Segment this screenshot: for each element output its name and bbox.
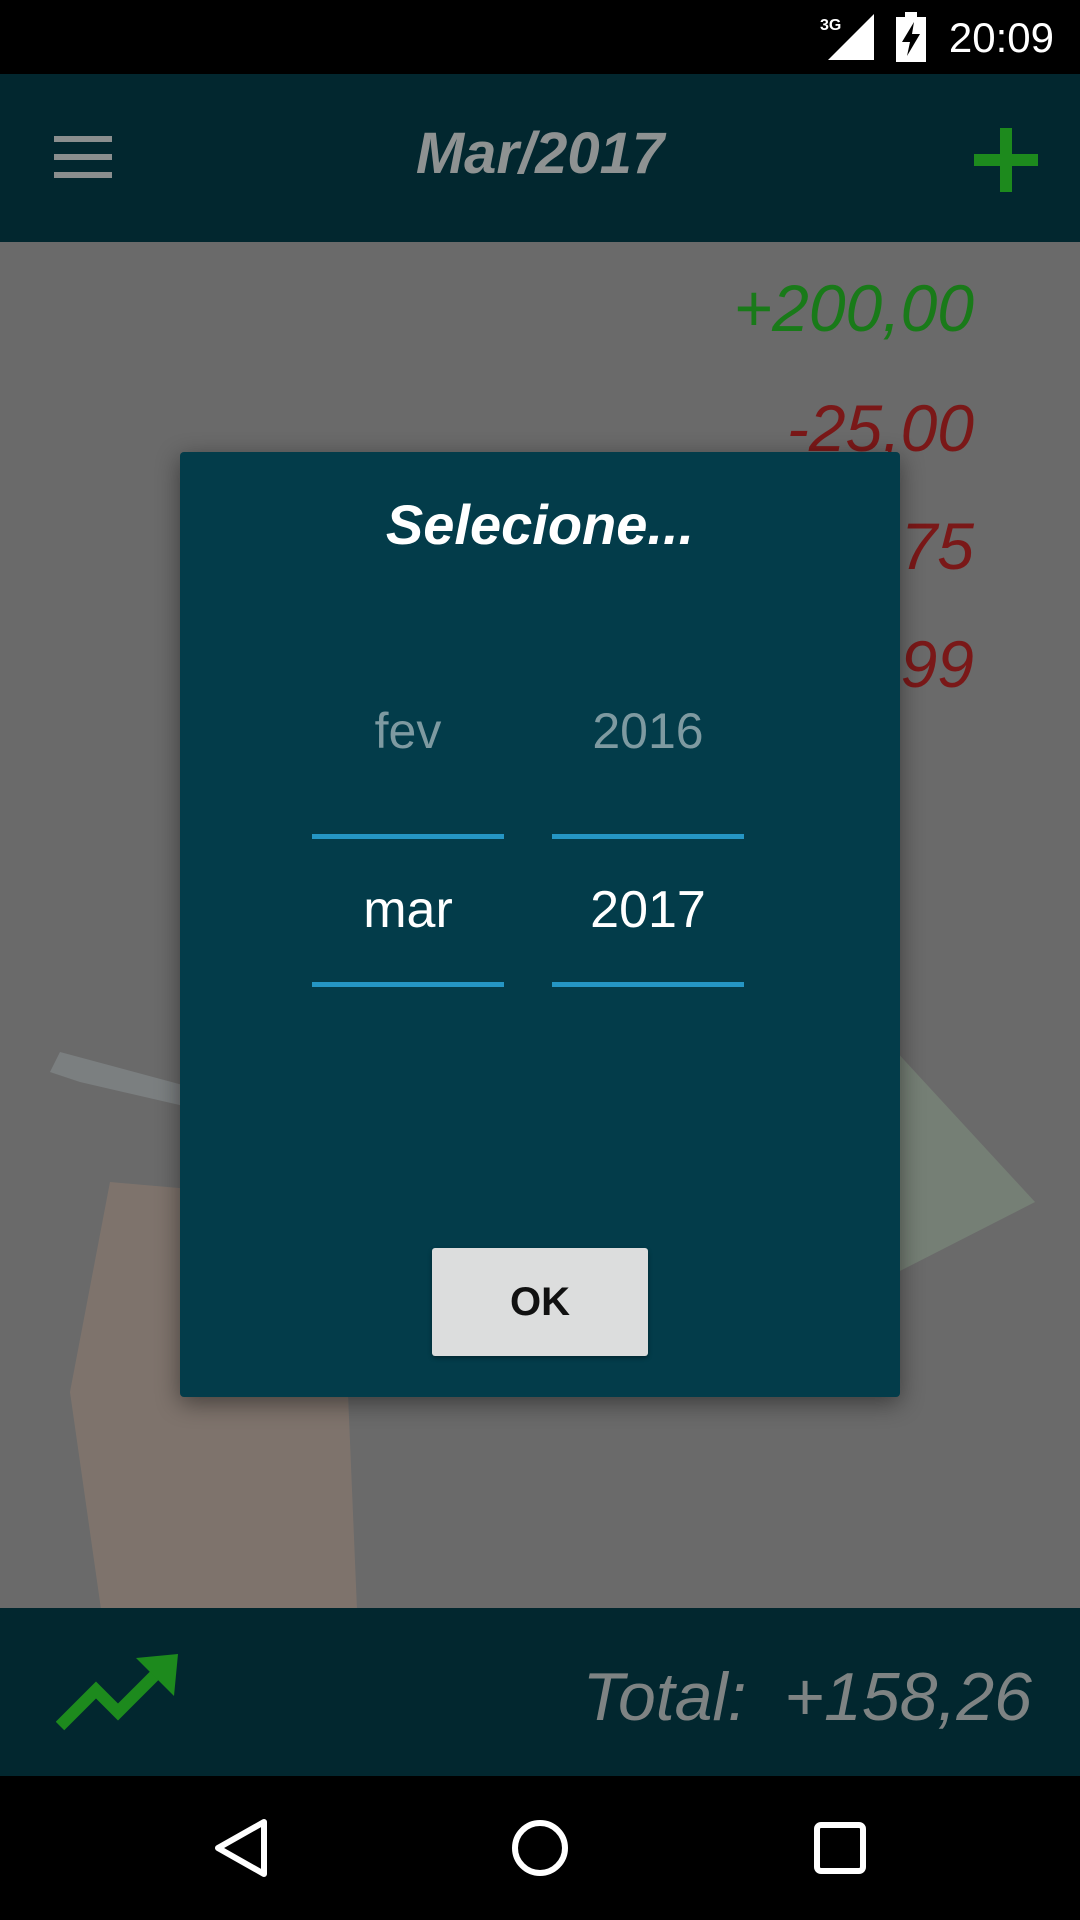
trending-up-icon[interactable] bbox=[56, 1652, 180, 1732]
amount-item[interactable]: 99 bbox=[901, 626, 974, 702]
signal-icon: 3G bbox=[820, 14, 874, 60]
recents-icon[interactable] bbox=[808, 1816, 872, 1880]
home-icon[interactable] bbox=[508, 1816, 572, 1880]
year-previous-option[interactable]: 2016 bbox=[552, 702, 744, 760]
picker-divider bbox=[312, 834, 504, 839]
network-type-label: 3G bbox=[820, 17, 841, 34]
status-time: 20:09 bbox=[948, 14, 1054, 61]
total-label: Total: bbox=[582, 1659, 747, 1735]
picker-divider bbox=[312, 982, 504, 987]
add-icon[interactable] bbox=[974, 128, 1038, 192]
status-bar: 3G 20:09 bbox=[0, 0, 1080, 74]
picker-divider bbox=[552, 834, 744, 839]
amount-item[interactable]: +200,00 bbox=[734, 270, 974, 346]
month-selected[interactable]: mar bbox=[312, 880, 504, 940]
picker-divider bbox=[552, 982, 744, 987]
back-icon[interactable] bbox=[210, 1816, 274, 1880]
month-title[interactable]: Mar/2017 bbox=[290, 120, 790, 187]
amount-item[interactable]: 75 bbox=[901, 508, 974, 584]
total-value: +158,26 bbox=[784, 1659, 1032, 1735]
menu-icon[interactable] bbox=[54, 136, 112, 178]
battery-charging-icon bbox=[896, 12, 926, 62]
date-picker-dialog: Selecione... fev mar 2016 2017 OK bbox=[180, 452, 900, 1397]
month-previous-option[interactable]: fev bbox=[312, 702, 504, 760]
screen: 3G 20:09 Mar/2017 +200,00 -25,00 75 99 T… bbox=[0, 0, 1080, 1920]
total-summary: Total: +158,26 bbox=[583, 1658, 1032, 1736]
dialog-title: Selecione... bbox=[385, 493, 695, 556]
ok-button[interactable]: OK bbox=[432, 1248, 648, 1356]
year-selected[interactable]: 2017 bbox=[552, 880, 744, 940]
